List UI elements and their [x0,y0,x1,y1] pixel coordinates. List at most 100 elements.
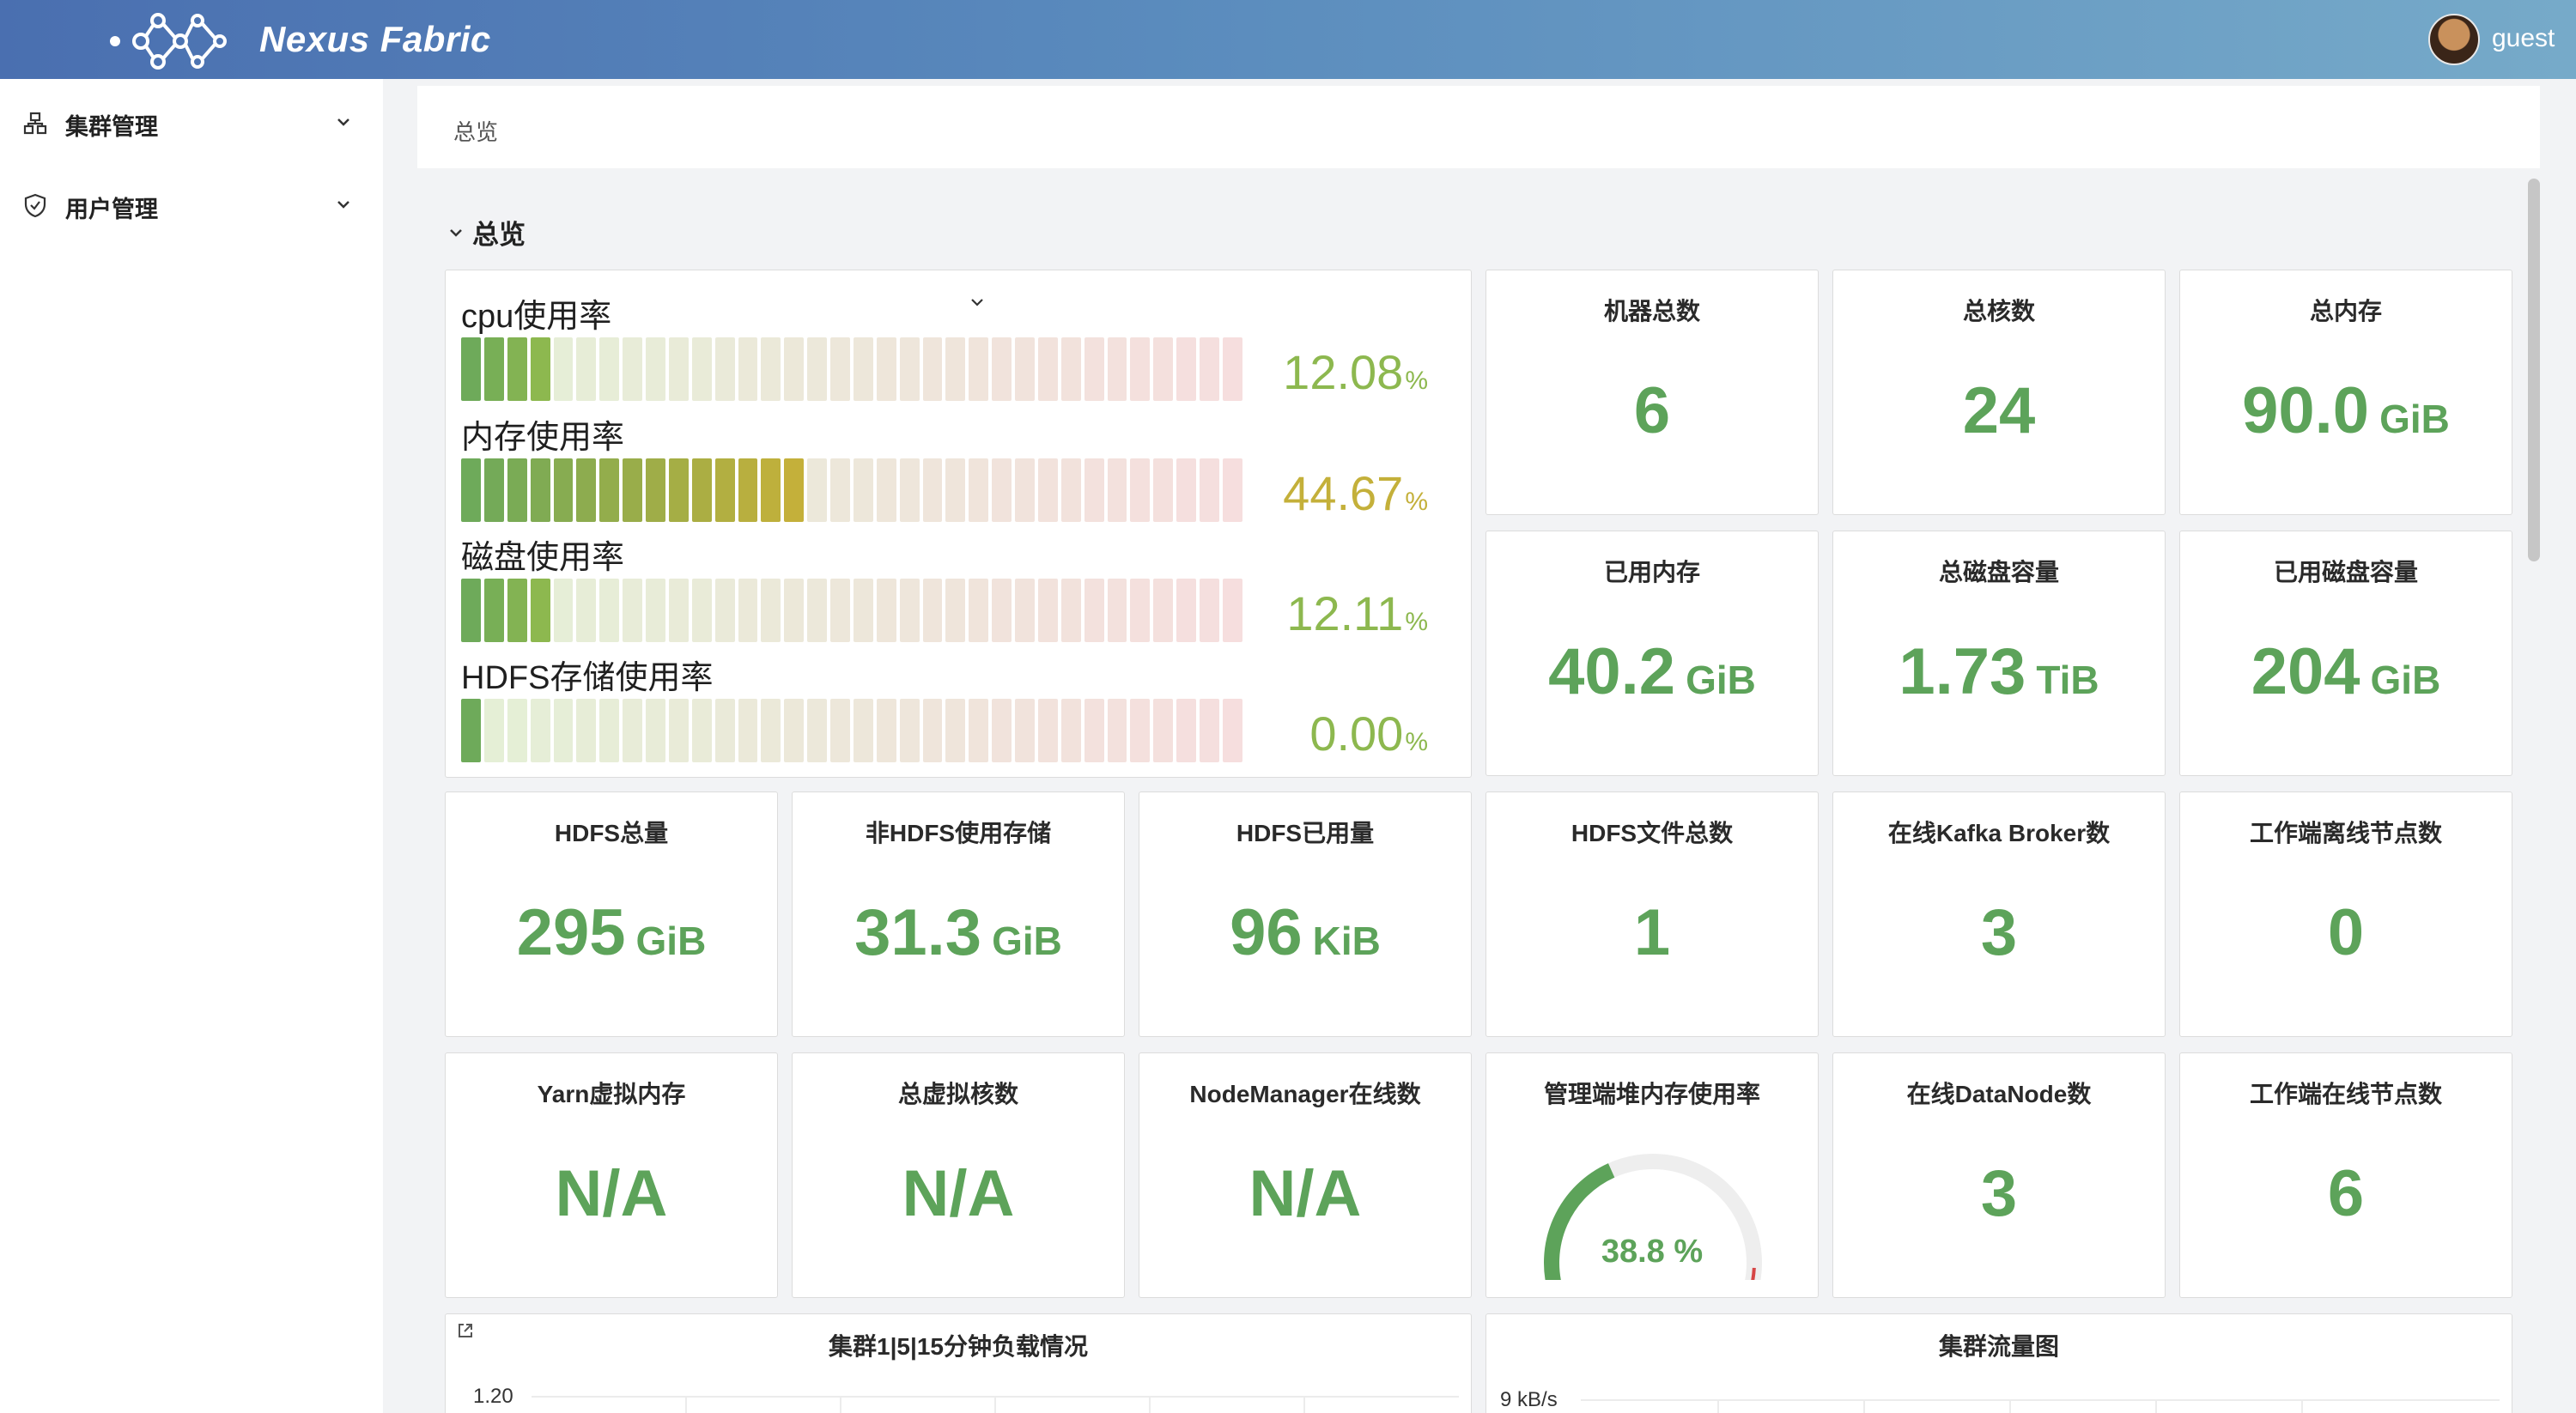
gauge-segment [1130,337,1151,401]
breadcrumb-item[interactable]: 总览 [453,115,498,147]
gauge-segment [1153,337,1174,401]
sidebar-item-user-management[interactable]: 用户管理 [0,175,383,235]
gauge-segment [714,458,735,522]
top-header: Nexus Fabric guest [0,0,2576,79]
gauge-segment [623,579,642,642]
usage-value: 0.00% [1309,706,1428,761]
brand-name: Nexus Fabric [259,19,491,59]
gauge-segment [1130,579,1151,642]
stat-panel-non-hdfs: 非HDFS使用存储 31.3 GiB [792,791,1125,1037]
username[interactable]: guest [2492,24,2555,53]
chevron-down-icon[interactable] [968,293,987,312]
stat-title: 工作端在线节点数 [2249,1081,2442,1107]
gauge-segment [1084,458,1104,522]
gauge-segment [646,579,665,642]
stat-panel-total-memory: 总内存 90.0 GiB [2179,270,2512,515]
gauge-segment [507,458,527,522]
usage-value: 44.67% [1283,466,1428,520]
stat-title: 非HDFS使用存储 [865,820,1052,846]
usage-value: 12.08% [1283,345,1428,399]
gauge-segment [1222,699,1242,762]
stat-panel-used-disk: 已用磁盘容量 204 GiB [2179,531,2512,776]
gauge-segment [1222,337,1242,401]
gauge-segment [876,337,896,401]
gauge-segment [830,458,850,522]
usage-label: HDFS存储使用率 [461,660,714,696]
stat-value: 1.73 TiB [1899,635,2099,708]
stat-value: 31.3 GiB [854,896,1062,969]
gauge-segment [623,337,642,401]
gauge-segment [1200,699,1219,762]
gauge-segment [1060,579,1081,642]
gauge-segment [899,579,920,642]
chart-gridlines [1581,1399,2500,1413]
stat-panel-vcores: 总虚拟核数 N/A [792,1052,1125,1298]
gauge-segment [1015,458,1035,522]
gauge-segment [830,699,850,762]
stat-panel-hdfs-files: HDFS文件总数 1 [1485,791,1819,1037]
gauge-segment [576,579,597,642]
sidebar-item-label: 集群管理 [65,114,158,140]
gauge-segment [922,579,943,642]
gauge-segment [1200,579,1219,642]
gauge-segment [784,337,805,401]
gauge-segment [807,458,827,522]
stat-title: 工作端离线节点数 [2249,820,2442,846]
section-title: 总览 [472,220,526,250]
stat-value: 3 [1980,1157,2018,1230]
gauge-segment [853,458,873,522]
gauge-segment [738,699,758,762]
sidebar-item-cluster-management[interactable]: 集群管理 [0,93,383,153]
chevron-down-icon [450,229,462,237]
gauge-segment [992,337,1012,401]
stat-title: Yarn虚拟内存 [537,1081,686,1107]
gauge-segment [876,699,896,762]
gauge-segment [668,579,689,642]
gauge-segment [668,337,689,401]
gauge-segment [714,699,735,762]
avatar[interactable] [2428,14,2480,65]
chart-title: 集群1|5|15分钟负载情况 [829,1333,1088,1360]
gauge-segment [853,699,873,762]
gauge-segment [668,699,689,762]
gauge-segment [738,458,758,522]
stat-panel-kafka: 在线Kafka Broker数 3 [1832,791,2166,1037]
gauge-segment [1130,458,1151,522]
gauge-segment [1153,579,1174,642]
gauge-segment [1222,579,1242,642]
stat-panel-worker-online: 工作端在线节点数 6 [2179,1052,2512,1298]
gauge-segment [1037,699,1058,762]
stat-title: 已用磁盘容量 [2273,559,2418,585]
scrollbar[interactable] [2528,179,2540,561]
gauge-segment [1015,337,1035,401]
gauge-segment [1176,699,1196,762]
gauge-segment [576,699,597,762]
gauge-segment [1107,337,1127,401]
gauge-segment [807,579,827,642]
gauge-segment [1060,337,1081,401]
gauge-segment [992,458,1012,522]
gauge-segment [553,699,574,762]
gauge-segment [576,337,597,401]
gauge-segment [714,337,735,401]
stat-value: 96 KiB [1230,896,1381,969]
stat-panel-cores: 总核数 24 [1832,270,2166,515]
gauge-segment [599,579,620,642]
stat-panel-yarn-memory: Yarn虚拟内存 N/A [445,1052,778,1298]
gauge-segment [922,699,943,762]
stat-value: N/A [1249,1157,1362,1230]
gauge-segment [461,458,481,522]
chart-title: 集群流量图 [1938,1333,2059,1360]
gauge-segment [483,458,504,522]
gauge-segment [945,458,966,522]
gauge-segment [1130,699,1151,762]
gauge-segment [1037,458,1058,522]
nexus-fabric-logo[interactable] [105,5,234,74]
chart-panel-cluster-load: 集群1|5|15分钟负载情况 1.20 [445,1313,1472,1413]
gauge-segment [1084,579,1104,642]
stat-value: 6 [2327,1157,2365,1230]
stat-title: HDFS已用量 [1236,820,1375,846]
usage-bar-gauge [461,699,1242,762]
stat-title: 已用内存 [1603,559,1700,585]
gauge-segment [1200,337,1219,401]
